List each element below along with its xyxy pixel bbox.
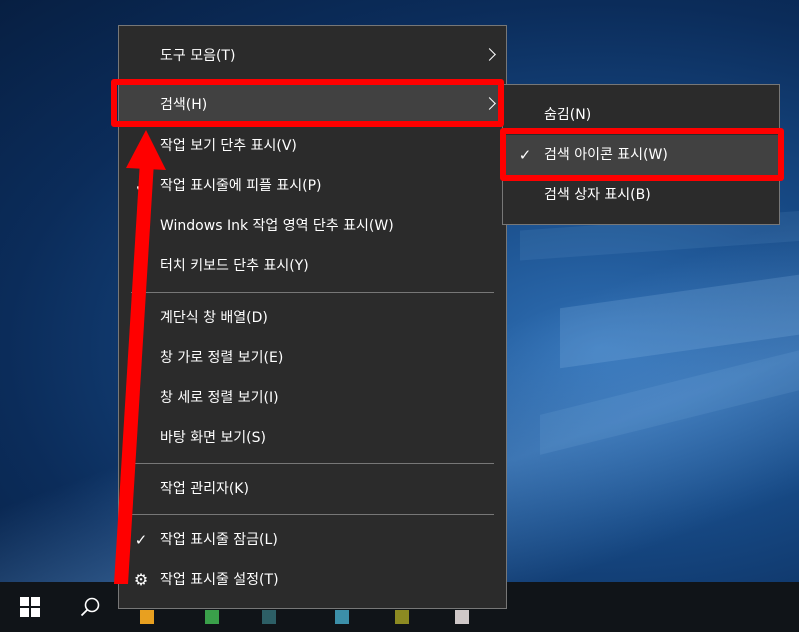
menu-item-label: 검색 상자 표시(B) bbox=[544, 187, 651, 203]
menu-item-toolbars[interactable]: 도구 모음(T) bbox=[119, 36, 506, 76]
taskbar-app-icon[interactable] bbox=[395, 610, 409, 624]
checkmark-icon: ✓ bbox=[134, 177, 148, 195]
gear-icon: ⚙ bbox=[133, 570, 149, 589]
menu-item-label: 작업 표시줄 설정(T) bbox=[160, 572, 279, 588]
menu-item-label: 창 가로 정렬 보기(E) bbox=[160, 350, 284, 366]
menu-item-lock-taskbar[interactable]: ✓ 작업 표시줄 잠금(L) bbox=[119, 520, 506, 560]
menu-item-show-windows-side-by-side[interactable]: 창 세로 정렬 보기(I) bbox=[119, 378, 506, 418]
menu-item-label: 도구 모음(T) bbox=[160, 48, 236, 64]
menu-separator bbox=[131, 292, 494, 293]
menu-item-taskbar-settings[interactable]: ⚙ 작업 표시줄 설정(T) bbox=[119, 560, 506, 600]
menu-item-label: 계단식 창 배열(D) bbox=[160, 310, 268, 326]
menu-item-cascade-windows[interactable]: 계단식 창 배열(D) bbox=[119, 298, 506, 338]
menu-item-show-people[interactable]: ✓ 작업 표시줄에 피플 표시(P) bbox=[119, 166, 506, 206]
menu-item-label: Windows Ink 작업 영역 단추 표시(W) bbox=[160, 218, 394, 234]
submenu-item-show-search-box[interactable]: 검색 상자 표시(B) bbox=[503, 175, 779, 215]
menu-item-show-touch-keyboard[interactable]: 터치 키보드 단추 표시(Y) bbox=[119, 246, 506, 286]
checkmark-icon: ✓ bbox=[134, 531, 148, 549]
menu-separator bbox=[131, 514, 494, 515]
start-button[interactable] bbox=[0, 582, 60, 632]
menu-item-show-windows-ink[interactable]: Windows Ink 작업 영역 단추 표시(W) bbox=[119, 206, 506, 246]
taskbar-app-icon[interactable] bbox=[205, 610, 219, 624]
menu-item-label: 작업 보기 단추 표시(V) bbox=[160, 138, 297, 154]
menu-item-show-desktop[interactable]: 바탕 화면 보기(S) bbox=[119, 418, 506, 458]
menu-item-label: 작업 표시줄에 피플 표시(P) bbox=[160, 178, 322, 194]
menu-item-label: 창 세로 정렬 보기(I) bbox=[160, 390, 279, 406]
menu-item-task-manager[interactable]: 작업 관리자(K) bbox=[119, 469, 506, 509]
menu-separator bbox=[131, 463, 494, 464]
taskbar-app-icon[interactable] bbox=[335, 610, 349, 624]
annotation-highlight-box bbox=[500, 128, 784, 181]
menu-item-label: 바탕 화면 보기(S) bbox=[160, 430, 266, 446]
wallpaper-light-beam bbox=[560, 271, 799, 369]
chevron-right-icon bbox=[483, 48, 496, 61]
menu-item-label: 작업 관리자(K) bbox=[160, 481, 249, 497]
menu-item-show-task-view-button[interactable]: 작업 보기 단추 표시(V) bbox=[119, 126, 506, 166]
menu-item-label: 터치 키보드 단추 표시(Y) bbox=[160, 258, 309, 274]
menu-item-show-windows-stacked[interactable]: 창 가로 정렬 보기(E) bbox=[119, 338, 506, 378]
annotation-highlight-box bbox=[111, 79, 504, 127]
taskbar-app-icon[interactable] bbox=[455, 610, 469, 624]
search-icon bbox=[80, 597, 100, 617]
menu-item-label: 작업 표시줄 잠금(L) bbox=[160, 532, 278, 548]
taskbar-app-icon[interactable] bbox=[262, 610, 276, 624]
taskbar-app-icon[interactable] bbox=[140, 610, 154, 624]
search-button[interactable] bbox=[64, 582, 116, 632]
windows-logo-icon bbox=[20, 597, 40, 617]
